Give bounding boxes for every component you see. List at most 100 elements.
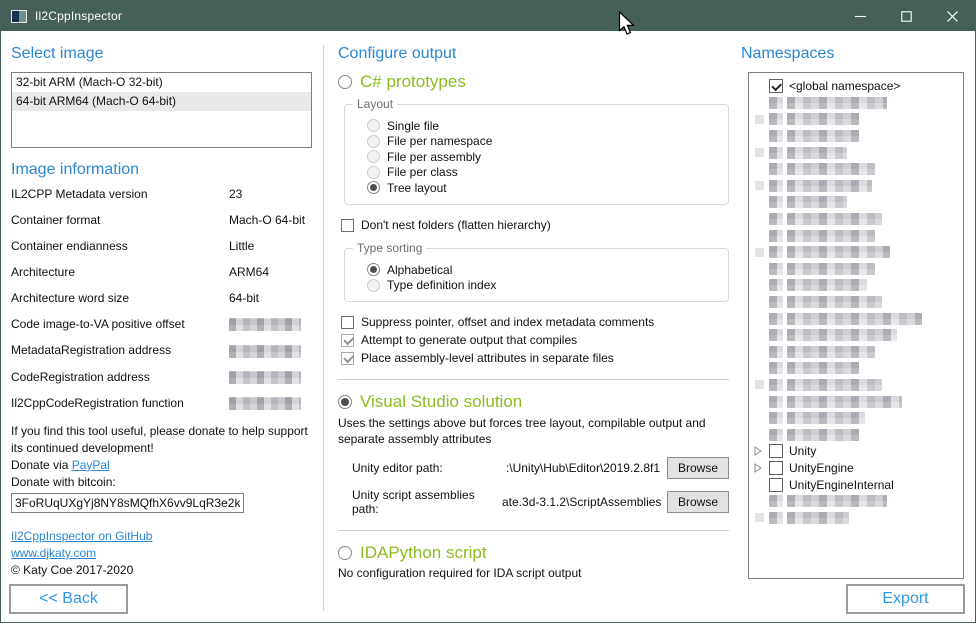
csharp-prototypes-radio[interactable]: C# prototypes bbox=[338, 72, 729, 92]
radio-icon bbox=[367, 135, 380, 148]
namespace-row-redacted[interactable] bbox=[749, 410, 963, 427]
redacted-namespace-name bbox=[787, 130, 859, 142]
flatten-hierarchy-checkbox[interactable]: Don't nest folders (flatten hierarchy) bbox=[341, 218, 729, 232]
unity-editor-path-value[interactable]: :\Unity\Hub\Editor\2019.2.8f1 bbox=[502, 461, 667, 475]
namespace-row-redacted[interactable] bbox=[749, 377, 963, 394]
namespace-row-redacted[interactable] bbox=[749, 327, 963, 344]
namespace-label: UnityEngineInternal bbox=[789, 478, 894, 492]
info-label: Container endianness bbox=[11, 240, 229, 253]
donate-bitcoin-label: Donate with bitcoin: bbox=[11, 475, 116, 489]
type-sorting-option[interactable]: Type definition index bbox=[367, 278, 718, 294]
csharp-prototypes-label: C# prototypes bbox=[360, 72, 466, 92]
bitcoin-address-input[interactable] bbox=[11, 493, 244, 513]
info-value: Little bbox=[229, 240, 312, 253]
output-option-checkbox[interactable]: Suppress pointer, offset and index metad… bbox=[341, 315, 729, 329]
namespace-row-redacted[interactable] bbox=[749, 95, 963, 112]
layout-option[interactable]: File per namespace bbox=[367, 134, 718, 150]
image-info-row: CodeRegistration address bbox=[11, 371, 312, 384]
redacted-namespace-name bbox=[787, 379, 882, 391]
output-option-checkbox[interactable]: Place assembly-level attributes in separ… bbox=[341, 351, 729, 365]
namespace-row-redacted[interactable] bbox=[749, 161, 963, 178]
namespace-row-redacted[interactable] bbox=[749, 144, 963, 161]
layout-option-label: Single file bbox=[387, 119, 439, 133]
layout-option[interactable]: Single file bbox=[367, 118, 718, 134]
namespace-row-redacted[interactable] bbox=[749, 509, 963, 526]
layout-option[interactable]: Tree layout bbox=[367, 180, 718, 196]
namespace-row-redacted[interactable] bbox=[749, 111, 963, 128]
namespace-row-redacted[interactable] bbox=[749, 426, 963, 443]
expander-icon[interactable] bbox=[754, 446, 769, 456]
unity-assemblies-path-value[interactable]: ate.3d-3.1.2\ScriptAssemblies bbox=[502, 495, 667, 509]
namespace-row-redacted[interactable] bbox=[749, 244, 963, 261]
redacted-value bbox=[229, 371, 301, 384]
info-value: ARM64 bbox=[229, 266, 312, 279]
redacted-checkbox bbox=[769, 246, 783, 258]
output-option-checkbox[interactable]: Attempt to generate output that compiles bbox=[341, 333, 729, 347]
namespace-row-redacted[interactable] bbox=[749, 194, 963, 211]
back-button[interactable]: << Back bbox=[9, 584, 128, 614]
redacted-checkbox bbox=[769, 379, 783, 391]
namespace-row[interactable]: Unity bbox=[749, 443, 963, 460]
redacted-value bbox=[229, 397, 301, 410]
radio-icon bbox=[367, 279, 380, 292]
close-button[interactable] bbox=[929, 1, 975, 31]
namespace-row-redacted[interactable] bbox=[749, 360, 963, 377]
expander-slot bbox=[754, 181, 769, 190]
github-link[interactable]: Il2CppInspector on GitHub bbox=[11, 529, 152, 543]
unity-assemblies-browse-button[interactable]: Browse bbox=[667, 491, 729, 513]
close-icon bbox=[947, 11, 958, 22]
namespace-row-redacted[interactable] bbox=[749, 277, 963, 294]
redacted-checkbox bbox=[769, 346, 783, 358]
unity-editor-path-label: Unity editor path: bbox=[352, 461, 502, 475]
namespace-row-redacted[interactable] bbox=[749, 310, 963, 327]
layout-option[interactable]: File per assembly bbox=[367, 149, 718, 165]
redacted-checkbox bbox=[769, 196, 783, 208]
redacted-checkbox bbox=[769, 313, 783, 325]
image-list-item[interactable]: 32-bit ARM (Mach-O 32-bit) bbox=[12, 73, 311, 92]
redacted-checkbox bbox=[769, 279, 783, 291]
expander-slot bbox=[754, 380, 769, 389]
select-image-title: Select image bbox=[11, 45, 312, 63]
idapython-label: IDAPython script bbox=[360, 543, 487, 563]
checkbox-label: Attempt to generate output that compiles bbox=[361, 333, 577, 347]
namespace-row-redacted[interactable] bbox=[749, 178, 963, 195]
type-sorting-option[interactable]: Alphabetical bbox=[367, 262, 718, 278]
namespace-row[interactable]: UnityEngine bbox=[749, 460, 963, 477]
redacted-expander bbox=[755, 248, 764, 257]
redacted-checkbox bbox=[769, 147, 783, 159]
namespace-checkbox[interactable] bbox=[769, 444, 783, 458]
namespace-checkbox[interactable] bbox=[769, 478, 783, 492]
image-info-row: ArchitectureARM64 bbox=[11, 266, 312, 279]
namespace-checkbox[interactable] bbox=[769, 461, 783, 475]
namespace-row-redacted[interactable] bbox=[749, 344, 963, 361]
paypal-link[interactable]: PayPal bbox=[72, 458, 110, 472]
namespace-row[interactable]: UnityEngineInternal bbox=[749, 476, 963, 493]
image-info-row: Code image-to-VA positive offset bbox=[11, 318, 312, 331]
namespace-row-redacted[interactable] bbox=[749, 261, 963, 278]
website-link[interactable]: www.djkaty.com bbox=[11, 546, 96, 560]
maximize-button[interactable] bbox=[883, 1, 929, 31]
visual-studio-radio[interactable]: Visual Studio solution bbox=[338, 392, 729, 412]
window-title: Il2CppInspector bbox=[35, 9, 122, 23]
layout-option[interactable]: File per class bbox=[367, 165, 718, 181]
column-separator bbox=[323, 45, 324, 611]
expander-icon[interactable] bbox=[754, 463, 769, 473]
export-button[interactable]: Export bbox=[846, 584, 965, 614]
namespace-row-redacted[interactable] bbox=[749, 227, 963, 244]
namespace-row-redacted[interactable] bbox=[749, 128, 963, 145]
namespace-checkbox[interactable] bbox=[769, 79, 783, 93]
redacted-checkbox bbox=[769, 412, 783, 424]
namespace-row-redacted[interactable] bbox=[749, 211, 963, 228]
unity-editor-browse-button[interactable]: Browse bbox=[667, 457, 729, 479]
namespace-row-redacted[interactable] bbox=[749, 294, 963, 311]
namespace-row-redacted[interactable] bbox=[749, 493, 963, 510]
minimize-button[interactable] bbox=[837, 1, 883, 31]
namespace-row[interactable]: <global namespace> bbox=[749, 78, 963, 95]
namespace-row-redacted[interactable] bbox=[749, 393, 963, 410]
section-divider bbox=[338, 530, 729, 531]
redacted-checkbox bbox=[769, 263, 783, 275]
image-list-item[interactable]: 64-bit ARM64 (Mach-O 64-bit) bbox=[12, 92, 311, 111]
redacted-expander bbox=[755, 148, 764, 157]
redacted-namespace-name bbox=[787, 362, 859, 374]
idapython-radio[interactable]: IDAPython script bbox=[338, 543, 729, 563]
